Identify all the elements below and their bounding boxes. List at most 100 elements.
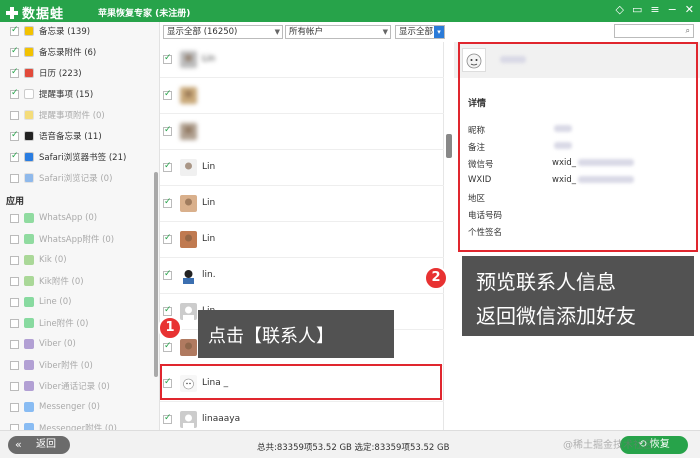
sidebar-item[interactable]: 语音备忘录 (11) bbox=[10, 129, 102, 143]
checkbox[interactable] bbox=[10, 67, 19, 78]
sidebar-item-label: Line附件 (0) bbox=[39, 319, 89, 329]
checkbox[interactable] bbox=[163, 413, 172, 424]
contact-row[interactable]: Lin bbox=[160, 222, 444, 258]
menu-icon[interactable]: ≡ bbox=[650, 4, 659, 16]
close-icon[interactable]: ✕ bbox=[685, 4, 694, 16]
checkbox[interactable] bbox=[10, 360, 19, 370]
checkbox[interactable] bbox=[10, 130, 19, 141]
account-filter-value: 所有帐户 bbox=[289, 27, 324, 37]
viber-icon bbox=[24, 360, 34, 370]
double-chevron-left-icon: « bbox=[15, 438, 22, 451]
sidebar-app-item[interactable]: WhatsApp附件 (0) bbox=[10, 232, 114, 246]
sidebar-app-item[interactable]: Messenger (0) bbox=[10, 400, 100, 414]
search-icon[interactable]: ⌕ bbox=[686, 25, 690, 37]
checkbox[interactable] bbox=[163, 305, 172, 316]
title-bar: 数据蛙 苹果恢复专家 (未注册) ◇ ▭ ≡ − ✕ bbox=[0, 0, 700, 22]
checkbox[interactable] bbox=[10, 297, 19, 307]
whatsapp-icon bbox=[24, 234, 34, 244]
sidebar-scrollbar[interactable] bbox=[154, 172, 158, 377]
sidebar-item-label: Kik附件 (0) bbox=[39, 277, 84, 287]
contact-name: Lin bbox=[202, 162, 216, 172]
checkbox[interactable] bbox=[163, 377, 172, 388]
sidebar-app-item[interactable]: Viber通话记录 (0) bbox=[10, 379, 110, 393]
show-filter-select[interactable]: 显示全部 ▾ bbox=[395, 25, 445, 39]
contact-row[interactable]: lin. bbox=[160, 258, 444, 294]
sidebar-item[interactable]: 提醒事项 (15) bbox=[10, 87, 93, 101]
checkbox[interactable] bbox=[10, 88, 19, 99]
sidebar-item[interactable]: 提醒事项附件 (0) bbox=[10, 108, 105, 122]
checkbox[interactable] bbox=[163, 89, 172, 100]
contact-row[interactable]: Lin bbox=[160, 186, 444, 222]
display-filter-select[interactable]: 显示全部 (16250) ▼ bbox=[163, 25, 283, 39]
checkbox[interactable] bbox=[10, 110, 19, 120]
search-input[interactable]: ⌕ bbox=[614, 24, 694, 38]
contact-row[interactable]: Lina _ bbox=[160, 366, 444, 402]
sidebar-app-item[interactable]: Viber (0) bbox=[10, 337, 76, 351]
checkbox[interactable] bbox=[163, 125, 172, 136]
checkbox[interactable] bbox=[10, 255, 19, 265]
checkbox[interactable] bbox=[10, 46, 19, 57]
back-button[interactable]: « 返回 bbox=[8, 436, 70, 454]
sidebar-item-label: 备忘录 (139) bbox=[39, 27, 91, 37]
account-filter-select[interactable]: 所有帐户 ▼ bbox=[285, 25, 391, 39]
chat-icon[interactable]: ▭ bbox=[632, 4, 642, 16]
checkbox[interactable] bbox=[10, 173, 19, 183]
avatar bbox=[180, 87, 197, 104]
selection-summary: 总共:83359项53.52 GB 选定:83359项53.52 GB bbox=[257, 443, 450, 453]
contact-row[interactable] bbox=[160, 78, 444, 114]
safari-icon bbox=[24, 173, 34, 183]
minimize-icon[interactable]: − bbox=[668, 4, 677, 16]
sidebar-item[interactable]: 备忘录 (139) bbox=[10, 24, 90, 38]
list-scrollbar[interactable] bbox=[446, 134, 452, 158]
checkbox[interactable] bbox=[163, 197, 172, 208]
checkbox[interactable] bbox=[163, 269, 172, 280]
checkbox[interactable] bbox=[163, 233, 172, 244]
sidebar-item-label: Messenger (0) bbox=[39, 402, 100, 412]
checkbox[interactable] bbox=[10, 234, 19, 244]
callout-one-text: 点击【联系人】 bbox=[208, 326, 334, 347]
contact-avatar bbox=[462, 48, 486, 72]
sidebar-app-item[interactable]: Kik附件 (0) bbox=[10, 274, 84, 288]
contact-row[interactable]: Lin bbox=[160, 42, 444, 78]
sidebar-item[interactable]: Safari浏览器书签 (21) bbox=[10, 150, 126, 164]
sidebar-item-label: Line (0) bbox=[39, 297, 72, 307]
sidebar-item-label: Kik (0) bbox=[39, 255, 67, 265]
avatar bbox=[180, 195, 197, 212]
sidebar-item[interactable]: 备忘录附件 (6) bbox=[10, 45, 96, 59]
contact-row[interactable]: Lin bbox=[160, 150, 444, 186]
checkbox[interactable] bbox=[163, 161, 172, 172]
checkbox[interactable] bbox=[10, 151, 19, 162]
detail-field-label: 微信号 bbox=[468, 160, 494, 170]
avatar bbox=[180, 159, 197, 176]
sidebar-app-item[interactable]: Kik (0) bbox=[10, 253, 67, 267]
checkbox[interactable] bbox=[163, 53, 172, 64]
sidebar-app-item[interactable]: Line (0) bbox=[10, 295, 71, 309]
sidebar-app-item[interactable]: Viber附件 (0) bbox=[10, 358, 93, 372]
checkbox[interactable] bbox=[10, 339, 19, 349]
sidebar-item[interactable]: Safari浏览记录 (0) bbox=[10, 171, 112, 185]
contact-name: Lin bbox=[202, 198, 216, 208]
notes-icon bbox=[24, 26, 34, 36]
detail-field-value bbox=[552, 124, 572, 134]
checkbox[interactable] bbox=[10, 25, 19, 36]
checkbox[interactable] bbox=[10, 381, 19, 391]
diamond-icon[interactable]: ◇ bbox=[615, 4, 623, 16]
checkbox[interactable] bbox=[163, 341, 172, 352]
chevron-down-icon: ▼ bbox=[274, 28, 280, 36]
display-filter-value: 显示全部 (16250) bbox=[167, 27, 238, 37]
checkbox[interactable] bbox=[10, 402, 19, 412]
sidebar-app-item[interactable]: WhatsApp (0) bbox=[10, 211, 97, 225]
detail-field-label: 地区 bbox=[468, 194, 486, 204]
detail-field-label: 个性签名 bbox=[468, 228, 503, 238]
sidebar-item[interactable]: 日历 (223) bbox=[10, 66, 82, 80]
redacted-value bbox=[578, 159, 634, 166]
checkbox[interactable] bbox=[10, 318, 19, 328]
sidebar-item-label: 提醒事项附件 (0) bbox=[39, 111, 105, 121]
sidebar-app-item[interactable]: Line附件 (0) bbox=[10, 316, 88, 330]
checkbox[interactable] bbox=[10, 276, 19, 286]
checkbox[interactable] bbox=[10, 213, 19, 223]
contact-name: lin. bbox=[202, 270, 216, 280]
contact-name: Lin bbox=[202, 54, 216, 64]
chevron-down-icon: ▼ bbox=[382, 28, 388, 36]
contact-row[interactable] bbox=[160, 114, 444, 150]
